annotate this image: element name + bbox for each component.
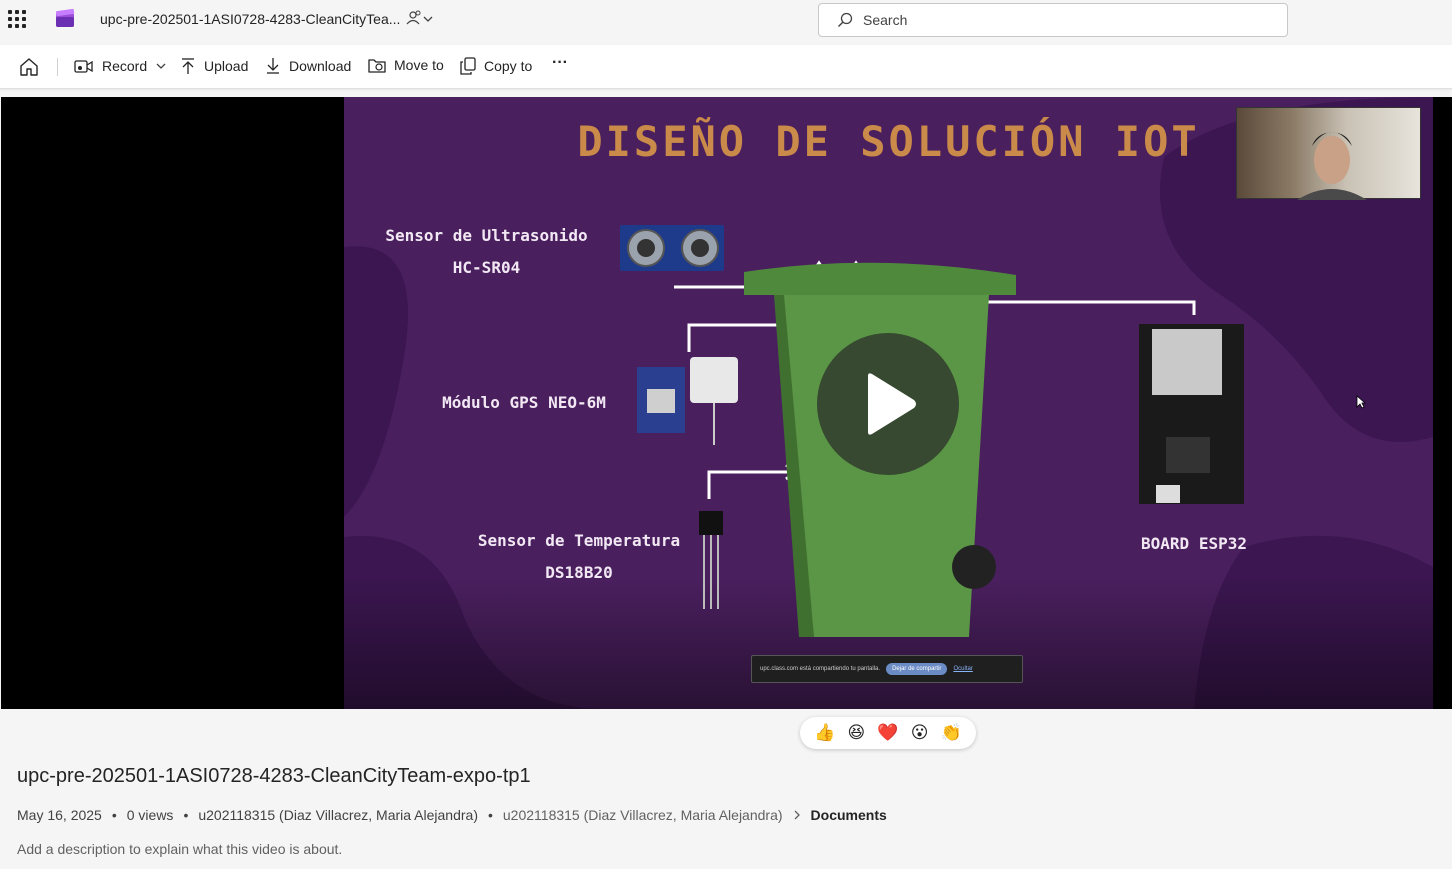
download-button[interactable]: Download — [265, 57, 351, 75]
upload-icon — [182, 58, 194, 74]
separator-dot: • — [183, 807, 189, 823]
stream-logo-icon — [55, 8, 75, 27]
gps-module-label: Módulo GPS NEO-6M — [442, 393, 606, 412]
description-field[interactable]: Add a description to explain what this v… — [17, 841, 342, 857]
ultrasonic-label-line1: Sensor de Ultrasonido — [385, 226, 588, 245]
heart-reaction[interactable]: ❤️ — [877, 724, 898, 742]
stop-sharing-button: Dejar de compartir — [886, 663, 948, 675]
upload-date: May 16, 2025 — [17, 807, 102, 823]
presenter-thumbnail — [1297, 132, 1367, 200]
separator-dot: • — [111, 807, 117, 823]
copy-icon — [460, 57, 476, 75]
home-button[interactable] — [18, 56, 48, 78]
record-video-icon — [74, 60, 93, 73]
upload-button[interactable]: Upload — [180, 57, 248, 75]
applause-reaction[interactable]: 👏 — [941, 724, 962, 742]
esp32-board-label: BOARD ESP32 — [1141, 534, 1247, 553]
copy-to-button[interactable]: Copy to — [460, 57, 532, 75]
mouse-cursor-icon — [1356, 395, 1366, 409]
command-bar: Record Upload Download Move to Copy to ·… — [0, 45, 1452, 89]
chevron-down-icon — [156, 63, 166, 69]
video-metadata: May 16, 2025 • 0 views • u202118315 (Dia… — [17, 807, 887, 823]
top-bar: upc-pre-202501-1ASI0728-4283-CleanCityTe… — [0, 0, 1452, 44]
move-to-label: Move to — [394, 57, 444, 73]
separator-dot: • — [487, 807, 493, 823]
search-placeholder: Search — [863, 12, 908, 28]
home-icon — [20, 58, 38, 76]
more-options-button[interactable]: ··· — [552, 54, 568, 72]
upload-label: Upload — [204, 58, 249, 74]
breadcrumb-owner[interactable]: u202118315 (Diaz Villacrez, Maria Alejan… — [503, 807, 783, 823]
play-button[interactable] — [817, 333, 959, 475]
temp-label-line1: Sensor de Temperatura — [477, 531, 681, 550]
chevron-right-icon — [794, 810, 800, 820]
ultrasonic-label-line2: HC-SR04 — [452, 258, 521, 277]
hide-share-link: Ocultar — [953, 666, 973, 672]
presenter-webcam-overlay — [1236, 107, 1421, 200]
copy-to-label: Copy to — [484, 58, 533, 74]
thumbs-up-reaction[interactable]: 👍 — [814, 724, 835, 742]
video-owner[interactable]: u202118315 (Diaz Villacrez, Maria Alejan… — [198, 807, 478, 823]
video-player[interactable]: DISEÑO DE SOLUCIÓN IOT Sensor de Ultraso… — [1, 97, 1452, 709]
surprised-reaction[interactable]: 😮 — [911, 724, 929, 742]
move-to-button[interactable]: Move to — [368, 57, 444, 73]
reactions-bar: 👍 😆 ❤️ 😮 👏 — [800, 717, 976, 749]
temperature-sensor-label: Sensor de Temperatura DS18B20 — [459, 525, 699, 589]
people-chevron-icon[interactable] — [404, 9, 434, 29]
share-notice-text: upc.class.com está compartiendo tu panta… — [760, 666, 881, 672]
search-icon — [838, 12, 853, 27]
view-count: 0 views — [126, 807, 174, 823]
record-label: Record — [102, 58, 148, 74]
video-title[interactable]: upc-pre-202501-1ASI0728-4283-CleanCityTe… — [17, 765, 531, 788]
record-button[interactable]: Record — [74, 57, 175, 75]
play-icon — [868, 373, 916, 435]
search-input[interactable]: Search — [818, 3, 1288, 37]
document-title[interactable]: upc-pre-202501-1ASI0728-4283-CleanCityTe… — [100, 11, 400, 27]
screen-share-notice: upc.class.com está compartiendo tu panta… — [751, 655, 1023, 683]
folder-move-icon — [368, 59, 386, 73]
app-launcher-icon[interactable] — [8, 10, 26, 28]
toolbar-divider — [57, 58, 58, 76]
temp-label-line2: DS18B20 — [545, 563, 613, 582]
download-label: Download — [289, 58, 352, 74]
laugh-reaction[interactable]: 😆 — [847, 724, 865, 742]
ultrasonic-sensor-label: Sensor de Ultrasonido HC-SR04 — [374, 220, 599, 284]
download-icon — [267, 58, 279, 74]
breadcrumb-documents[interactable]: Documents — [811, 807, 887, 823]
